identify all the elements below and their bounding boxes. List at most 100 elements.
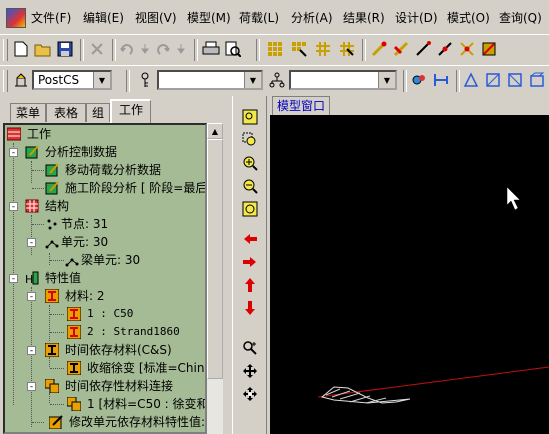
node-number-icon[interactable] [432, 71, 450, 89]
zoom-fit-icon[interactable] [241, 200, 259, 218]
snap-element-icon[interactable] [392, 40, 410, 58]
rotate-3d-icon[interactable] [241, 385, 259, 403]
tab-menu[interactable]: 菜单 [10, 103, 46, 122]
undo-dropdown-icon[interactable] [136, 40, 154, 58]
tree-node-label: 2 : Strand1860 [87, 325, 180, 338]
scroll-up-icon[interactable]: ▲ [207, 123, 223, 139]
snap-line-icon[interactable] [414, 40, 432, 58]
zoom-dynamic-icon[interactable] [241, 131, 259, 149]
side-view-icon[interactable] [506, 71, 524, 89]
new-file-icon[interactable] [12, 40, 30, 58]
load-case-select[interactable]: ▼ [157, 70, 263, 90]
collapse-toggle[interactable]: - [27, 382, 36, 392]
tree-node-label: 结构 [45, 199, 70, 213]
front-view-icon[interactable] [484, 71, 502, 89]
snap-midpoint-icon[interactable] [436, 40, 454, 58]
tree-node-label: 1 [材料=C50 : 徐变和 [87, 397, 207, 411]
collapse-toggle[interactable]: - [27, 292, 36, 302]
collapse-toggle[interactable]: - [9, 202, 18, 212]
redo-icon[interactable] [154, 40, 172, 58]
beam-element-icon [65, 258, 79, 267]
material-item-icon [67, 325, 81, 339]
tab-table[interactable]: 表格 [46, 103, 86, 122]
iso-view-icon[interactable] [462, 71, 480, 89]
zoom-in-icon[interactable] [241, 154, 259, 172]
top-view-icon[interactable] [528, 71, 546, 89]
snap-intersect-icon[interactable] [458, 40, 476, 58]
zoom-out-icon[interactable] [241, 177, 259, 195]
zoom-realtime-icon[interactable] [241, 339, 259, 357]
menu-design[interactable]: 设计(D) [395, 9, 438, 26]
work-tree: 工作 - 分析控制数据 移动荷载分析数据 施工阶段分析 [ 阶段=最后 - 结构 [3, 123, 207, 434]
app-logo-icon[interactable] [6, 8, 26, 28]
collapse-toggle[interactable]: - [27, 346, 36, 356]
undo-icon[interactable] [118, 40, 136, 58]
zoom-window-icon[interactable] [241, 108, 259, 126]
node-grid-icon[interactable] [266, 40, 284, 58]
menu-model[interactable]: 模型(M) [187, 9, 231, 26]
collapse-toggle[interactable]: - [27, 238, 36, 248]
rotate-right-icon[interactable] [241, 253, 259, 271]
point-grid-icon[interactable] [290, 40, 308, 58]
tree-node-label: 移动荷载分析数据 [65, 163, 162, 177]
tree-node-label: 收缩徐变 [标准=China [87, 361, 207, 375]
tab-group[interactable]: 组 [86, 103, 110, 122]
snap-all-icon[interactable] [480, 40, 498, 58]
main-toolbar [0, 34, 549, 66]
menu-mode[interactable]: 模式(O) [447, 9, 490, 26]
svg-text:H: H [25, 273, 33, 285]
chevron-down-icon[interactable]: ▼ [244, 72, 261, 88]
tree-node-label: 1 : C50 [87, 307, 134, 320]
group-tree-icon[interactable] [268, 71, 286, 89]
print-preview-icon[interactable] [224, 40, 242, 58]
model-viewport[interactable] [270, 115, 549, 434]
delete-icon[interactable] [88, 40, 106, 58]
construction-stage-icon [45, 181, 59, 195]
redo-dropdown-icon[interactable] [172, 40, 190, 58]
tree-node-label: 单元: 30 [61, 235, 109, 249]
line-grid-icon[interactable] [314, 40, 332, 58]
link-item-icon [67, 397, 81, 411]
save-icon[interactable] [56, 40, 74, 58]
material-icon [45, 289, 59, 303]
menu-analysis[interactable]: 分析(A) [291, 9, 333, 26]
key-icon[interactable] [136, 71, 154, 89]
pan-icon[interactable] [241, 362, 259, 380]
tree-node-label: 节点: 31 [61, 217, 109, 231]
link-icon [45, 379, 59, 393]
toolbar-grip[interactable] [3, 70, 8, 92]
rotate-up-icon[interactable] [241, 276, 259, 294]
menu-query[interactable]: 查询(Q) [499, 9, 542, 26]
print-icon[interactable] [202, 40, 220, 58]
menu-bar: 文件(F) 编辑(E) 视图(V) 模型(M) 荷载(L) 分析(A) 结果(R… [0, 0, 549, 35]
scrollbar-thumb[interactable] [207, 139, 223, 379]
rotate-left-icon[interactable] [241, 230, 259, 248]
group-select[interactable]: ▼ [289, 70, 397, 90]
menu-results[interactable]: 结果(R) [343, 9, 385, 26]
tree-node-label: 施工阶段分析 [ 阶段=最后 [65, 181, 207, 195]
tree-node-label: 修改单元依存材料特性值: [69, 415, 206, 429]
chevron-down-icon[interactable]: ▼ [378, 72, 395, 88]
analysis-control-icon [25, 145, 39, 159]
collapse-toggle[interactable]: - [9, 274, 18, 284]
tab-model-window[interactable]: 模型窗口 [272, 96, 331, 115]
work-panel: 菜单 表格 组 工作 工作 - 分析控制数据 移动荷载分析数据 施工阶段分析 [… [0, 96, 232, 434]
tree-scrollbar[interactable]: ▲ [207, 123, 223, 434]
view-toolbar [232, 96, 267, 434]
display-options-icon[interactable] [410, 71, 428, 89]
collapse-toggle[interactable]: - [9, 148, 18, 158]
element-icon [45, 240, 59, 249]
chevron-down-icon[interactable]: ▼ [93, 72, 110, 88]
menu-view[interactable]: 视图(V) [135, 9, 177, 26]
open-folder-icon[interactable] [34, 40, 52, 58]
menu-load[interactable]: 荷载(L) [239, 9, 279, 26]
menu-edit[interactable]: 编辑(E) [83, 9, 124, 26]
snap-node-icon[interactable] [370, 40, 388, 58]
tab-work[interactable]: 工作 [110, 99, 151, 123]
construction-stage-icon [12, 71, 30, 89]
menu-file[interactable]: 文件(F) [31, 9, 71, 26]
rotate-down-icon[interactable] [241, 299, 259, 317]
snap-grid-icon[interactable] [338, 40, 356, 58]
toolbar-grip[interactable] [3, 39, 8, 61]
stage-select[interactable]: PostCS ▼ [32, 70, 112, 90]
